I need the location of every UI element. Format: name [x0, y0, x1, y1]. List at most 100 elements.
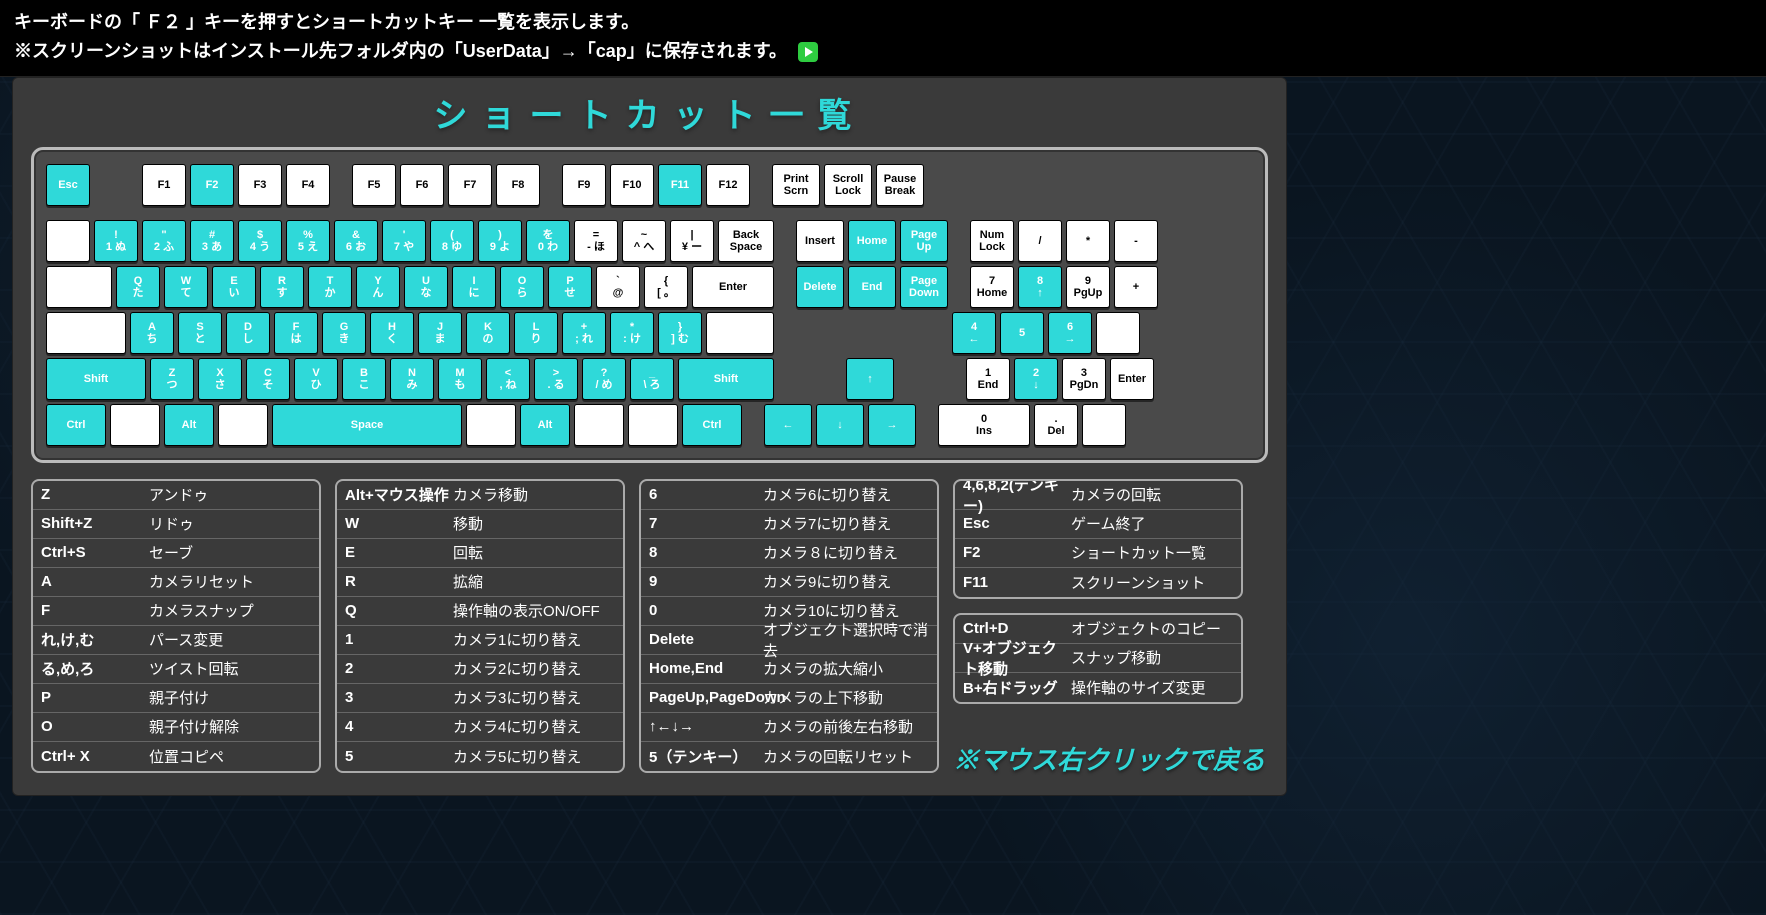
key: B こ: [342, 358, 386, 400]
key: -: [1114, 220, 1158, 262]
shortcut-key: 4: [337, 718, 449, 735]
shortcut-key: Alt+マウス操作: [337, 484, 449, 505]
shortcut-desc: カメラ移動: [449, 484, 623, 505]
key: D し: [226, 312, 270, 354]
shortcut-desc: カメラ1に切り替え: [449, 629, 623, 650]
shortcut-key: Esc: [955, 515, 1067, 532]
key: K の: [466, 312, 510, 354]
shortcut-desc: ツイスト回転: [145, 658, 319, 679]
shortcut-row: F2ショートカット一覧: [955, 539, 1241, 568]
shortcut-key: F2: [955, 544, 1067, 561]
shortcut-row: Fカメラスナップ: [33, 597, 319, 626]
shortcut-row: 6カメラ6に切り替え: [641, 481, 937, 510]
key: Space: [272, 404, 462, 446]
shortcut-row: R拡縮: [337, 568, 623, 597]
shortcut-key: 9: [641, 573, 759, 590]
shortcut-row: E回転: [337, 539, 623, 568]
shortcut-row: Home,Endカメラの拡大縮小: [641, 655, 937, 684]
shortcut-desc: ゲーム終了: [1067, 513, 1241, 534]
key: Alt: [520, 404, 570, 446]
key: C そ: [246, 358, 290, 400]
shortcut-key: W: [337, 515, 449, 532]
key: Enter: [1110, 358, 1154, 400]
key: S と: [178, 312, 222, 354]
key: % 5 え: [286, 220, 330, 262]
key: + ; れ: [562, 312, 606, 354]
key: 0 Ins: [938, 404, 1030, 446]
shortcut-key: 4,6,8,2(テンキー): [955, 479, 1067, 516]
key: [218, 404, 268, 446]
shortcut-key: PageUp,PageDown: [641, 689, 759, 706]
shortcut-row: Deleteオブジェクト選択時で消去: [641, 626, 937, 655]
shortcut-desc: 親子付け解除: [145, 716, 319, 737]
shortcut-row: O親子付け解除: [33, 713, 319, 742]
key: F8: [496, 164, 540, 206]
shortcut-row: Shift+Zリドゥ: [33, 510, 319, 539]
key: Delete: [796, 266, 844, 308]
key: 7 Home: [970, 266, 1014, 308]
key: E い: [212, 266, 256, 308]
key: I に: [452, 266, 496, 308]
key: Print Scrn: [772, 164, 820, 206]
key: [46, 220, 90, 262]
shortcut-key: F11: [955, 574, 1067, 591]
shortcut-row: Q操作軸の表示ON/OFF: [337, 597, 623, 626]
key: X さ: [198, 358, 242, 400]
key: G き: [322, 312, 366, 354]
shortcut-panel: ショートカット一覧 EscF1F2F3F4F5F6F7F8F9F10F11F12…: [12, 77, 1287, 796]
shortcut-key: V+オブジェクト移動: [955, 637, 1067, 679]
key: [628, 404, 678, 446]
shortcut-row: 7カメラ7に切り替え: [641, 510, 937, 539]
shortcut-key: Home,End: [641, 660, 759, 677]
key: F7: [448, 164, 492, 206]
key: $ 4 う: [238, 220, 282, 262]
key: A ち: [130, 312, 174, 354]
key: End: [848, 266, 896, 308]
key: Esc: [46, 164, 90, 206]
key: ↑: [846, 358, 894, 400]
key: ! 1 ぬ: [94, 220, 138, 262]
shortcut-desc: カメラリセット: [145, 571, 319, 592]
right-click-note: ※マウス右クリックで戻る: [953, 740, 1265, 777]
key: Pause Break: [876, 164, 924, 206]
panel-title: ショートカット一覧: [31, 88, 1268, 137]
shortcut-desc: リドゥ: [145, 513, 319, 534]
shortcut-row: Aカメラリセット: [33, 568, 319, 597]
key: Home: [848, 220, 896, 262]
shortcut-desc: オブジェクト選択時で消去: [759, 619, 937, 661]
shortcut-key: 5: [337, 748, 449, 765]
shortcut-desc: 回転: [449, 542, 623, 563]
key: F は: [274, 312, 318, 354]
key: を 0 わ: [526, 220, 570, 262]
key: F9: [562, 164, 606, 206]
shortcut-row: る,め,ろツイスト回転: [33, 655, 319, 684]
shortcut-key: E: [337, 544, 449, 561]
shortcut-row: Ctrl+ X位置コピペ: [33, 742, 319, 771]
shortcut-key: る,め,ろ: [33, 658, 145, 679]
shortcut-key: 1: [337, 631, 449, 648]
key: Shift: [678, 358, 774, 400]
shortcut-key: 7: [641, 515, 759, 532]
key: R す: [260, 266, 304, 308]
key: F3: [238, 164, 282, 206]
shortcut-key: O: [33, 718, 145, 735]
key: 9 PgUp: [1066, 266, 1110, 308]
shortcut-desc: カメラ2に切り替え: [449, 658, 623, 679]
key: Page Up: [900, 220, 948, 262]
key: [706, 312, 774, 354]
key: F1: [142, 164, 186, 206]
play-icon[interactable]: [798, 42, 818, 62]
shortcut-desc: オブジェクトのコピー: [1067, 618, 1241, 639]
key: > . る: [534, 358, 578, 400]
key: M も: [438, 358, 482, 400]
shortcut-key: 5（テンキー）: [641, 746, 759, 767]
shortcut-row: 5カメラ5に切り替え: [337, 742, 623, 771]
shortcut-row: れ,け,むパース変更: [33, 626, 319, 655]
key: Shift: [46, 358, 146, 400]
key: Alt: [164, 404, 214, 446]
shortcut-key: Z: [33, 486, 145, 503]
key: Z つ: [150, 358, 194, 400]
shortcut-key: P: [33, 689, 145, 706]
shortcut-key: Delete: [641, 631, 759, 648]
shortcut-desc: カメラの上下移動: [759, 687, 937, 708]
